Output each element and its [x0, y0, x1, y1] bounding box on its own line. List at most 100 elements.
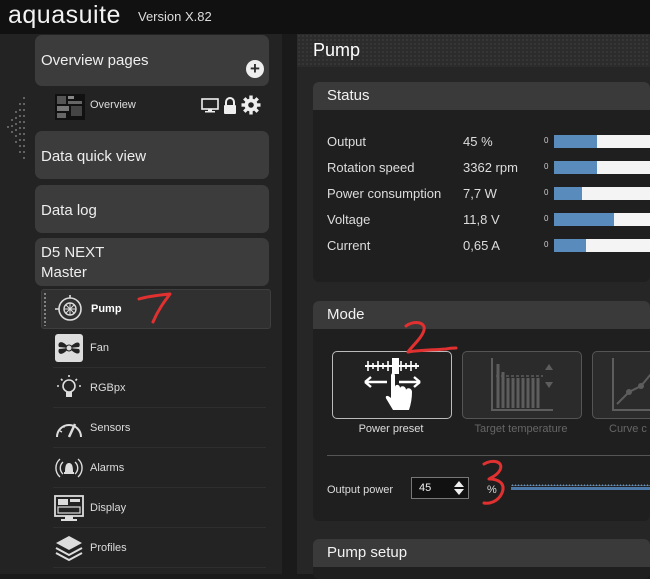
bar-min-label: 0 — [544, 188, 549, 197]
app-name: aquasuite — [8, 1, 121, 29]
status-bar-fill — [554, 161, 598, 174]
device-role: Master — [41, 264, 87, 281]
page-title: Pump — [313, 40, 361, 60]
status-value: 45 % — [463, 134, 493, 149]
fan-icon — [55, 334, 83, 362]
sidebar-item-label: RGBpx — [90, 382, 126, 394]
status-bar-fill — [554, 239, 586, 252]
status-name: Current — [327, 238, 371, 253]
mode-divider — [327, 455, 650, 456]
status-name: Rotation speed — [327, 160, 415, 175]
pump-setup-panel: Pump setup — [313, 539, 650, 579]
active-indicator — [43, 292, 47, 326]
page-header: Pump — [297, 34, 650, 67]
status-value: 7,7 W — [463, 186, 497, 201]
status-bar-fill — [554, 213, 614, 226]
title-bar: aquasuite Version X.82 — [0, 0, 650, 34]
output-power-slider[interactable] — [511, 487, 650, 490]
sidebar-item-display[interactable]: Display — [53, 489, 266, 528]
status-value: 3362 rpm — [463, 160, 518, 175]
status-bar — [554, 187, 650, 200]
status-name: Power consumption — [327, 186, 442, 201]
sidebar-item-rgbpx[interactable]: RGBpx — [53, 369, 266, 408]
status-row-current: Current 0,65 A 0 — [327, 236, 650, 256]
collapse-arrow-icon[interactable] — [4, 92, 28, 162]
bar-min-label: 0 — [544, 136, 549, 145]
mode-power-preset-label: Power preset — [358, 423, 424, 435]
overview-label: Overview — [90, 99, 136, 111]
pump-icon — [55, 295, 82, 321]
sidebar-item-label: Alarms — [90, 462, 125, 474]
device-card[interactable]: D5 NEXT Master — [35, 238, 269, 286]
status-bar — [554, 213, 650, 226]
status-panel-header[interactable]: Status — [313, 82, 650, 110]
mode-target-temperature-label: Target temperature — [474, 423, 568, 435]
mode-power-preset-button[interactable] — [332, 351, 452, 419]
sidebar-item-sensors[interactable]: Sensors — [53, 409, 266, 448]
status-bar — [554, 135, 650, 148]
display-icon — [54, 495, 84, 521]
mode-panel-header[interactable]: Mode — [313, 301, 650, 329]
curve-controller-icon — [612, 358, 650, 411]
data-log-card[interactable]: Data log — [35, 185, 269, 233]
output-power-unit: % — [487, 484, 497, 496]
status-name: Voltage — [327, 212, 371, 227]
status-bar-fill — [554, 135, 598, 148]
gauge-icon — [56, 423, 82, 438]
status-bar — [554, 239, 650, 252]
overview-pages-label: Overview pages — [41, 52, 149, 69]
output-power-label: Output power — [327, 484, 394, 496]
sidebar-item-profiles[interactable]: Profiles — [53, 529, 266, 568]
bar-min-label: 0 — [544, 162, 549, 171]
bar-min-label: 0 — [544, 214, 549, 223]
plus-circle-icon[interactable]: + — [246, 60, 264, 78]
mode-panel: Mode Power preset Target temperature Cur… — [313, 301, 650, 521]
status-row-rotation-speed: Rotation speed 3362 rpm 0 — [327, 158, 650, 178]
power-preset-icon — [364, 358, 421, 410]
sidebar-item-fan[interactable]: Fan — [53, 329, 266, 368]
mode-curve-controller-label: Curve c — [609, 423, 647, 435]
pump-setup-panel-title: Pump setup — [327, 544, 408, 561]
main-content: Pump Status Output 45 % 0 Rotation speed… — [297, 34, 650, 579]
layers-icon — [55, 536, 83, 562]
data-log-label: Data log — [41, 202, 97, 219]
app-version: Version X.82 — [138, 9, 212, 24]
status-row-power-consumption: Power consumption 7,7 W 0 — [327, 184, 650, 204]
status-value: 11,8 V — [463, 212, 500, 227]
sidebar-item-label: Sensors — [90, 422, 131, 434]
overview-item[interactable]: Overview — [35, 88, 269, 126]
status-row-output: Output 45 % 0 — [327, 132, 650, 152]
output-power-stepper[interactable]: 45 — [411, 477, 469, 499]
mode-curve-controller-button[interactable] — [592, 351, 650, 419]
mode-target-temperature-button[interactable] — [462, 351, 582, 419]
mode-panel-title: Mode — [327, 306, 365, 323]
status-panel: Status Output 45 % 0 Rotation speed 3362… — [313, 82, 650, 282]
device-name: D5 NEXT — [41, 244, 105, 261]
overview-pages-card[interactable]: Overview pages + — [35, 35, 269, 86]
monitor-icon[interactable] — [201, 97, 219, 113]
sidebar-item-label: Pump — [91, 303, 122, 315]
data-quick-view-card[interactable]: Data quick view — [35, 131, 269, 179]
target-temperature-icon — [491, 358, 553, 411]
status-value: 0,65 A — [463, 238, 500, 253]
gear-icon[interactable] — [241, 95, 261, 115]
bar-min-label: 0 — [544, 240, 549, 249]
status-bar — [554, 161, 650, 174]
lock-icon[interactable] — [223, 96, 237, 114]
data-quick-view-label: Data quick view — [41, 148, 147, 165]
output-power-value: 45 — [419, 482, 432, 494]
output-power-slider-ticks — [511, 484, 650, 486]
pump-setup-panel-header[interactable]: Pump setup — [313, 539, 650, 567]
status-panel-title: Status — [327, 87, 370, 104]
overview-thumbnail-icon — [55, 94, 85, 120]
sidebar: Overview pages + Overview Data quick vie… — [0, 34, 282, 574]
status-name: Output — [327, 134, 367, 149]
sidebar-item-label: Display — [90, 502, 127, 514]
sidebar-item-pump[interactable]: Pump — [41, 289, 271, 329]
sidebar-item-label: Fan — [90, 342, 109, 354]
lightbulb-icon — [57, 375, 81, 397]
status-row-voltage: Voltage 11,8 V 0 — [327, 210, 650, 230]
spinner-arrows-icon[interactable] — [453, 480, 465, 496]
sidebar-item-alarms[interactable]: Alarms — [53, 449, 266, 488]
alarm-bell-icon — [55, 458, 83, 478]
